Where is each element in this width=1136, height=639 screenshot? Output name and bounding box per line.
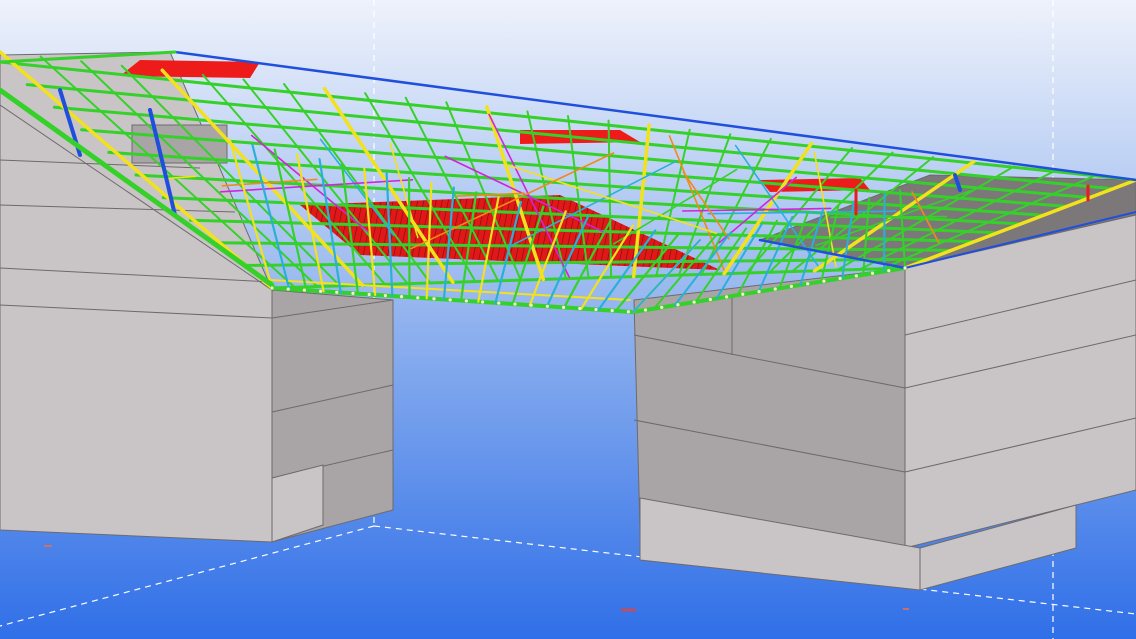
connection-node	[626, 310, 630, 314]
connection-node	[513, 302, 517, 306]
connection-node	[870, 271, 875, 275]
right-abutment-side-face	[904, 214, 1136, 549]
connection-node	[903, 266, 907, 270]
connection-node	[335, 290, 339, 294]
connection-node	[773, 287, 777, 291]
connection-node	[887, 269, 891, 273]
connection-node	[545, 304, 549, 308]
connection-node	[529, 303, 533, 307]
connection-node	[610, 309, 614, 313]
connection-node	[497, 301, 501, 305]
connection-node	[464, 299, 468, 303]
connection-node	[302, 288, 306, 292]
connection-node	[854, 274, 858, 278]
connection-node	[643, 308, 648, 312]
connection-node	[660, 305, 664, 309]
connection-node	[480, 300, 485, 304]
connection-node	[594, 307, 598, 312]
connection-node	[399, 295, 404, 299]
connection-node	[741, 292, 745, 296]
connection-node	[351, 291, 355, 295]
connection-node	[676, 303, 680, 307]
connection-node	[270, 286, 274, 290]
connection-node	[383, 293, 387, 298]
connection-node	[432, 297, 436, 301]
model-viewport[interactable]	[0, 0, 1136, 639]
connection-node	[318, 289, 323, 293]
connection-node	[822, 279, 826, 283]
connection-node	[578, 306, 582, 311]
connection-node	[789, 284, 794, 288]
connection-node	[757, 290, 761, 294]
connection-node	[286, 287, 290, 291]
connection-node	[708, 297, 712, 302]
model-canvas[interactable]	[0, 0, 1136, 639]
connection-node	[448, 298, 452, 302]
connection-node	[416, 296, 420, 300]
connection-node	[806, 282, 810, 286]
connection-node	[367, 292, 371, 297]
web-member	[883, 192, 886, 273]
connection-node	[561, 305, 566, 309]
connection-node	[838, 276, 842, 281]
bracing-member	[830, 215, 948, 219]
connection-node	[692, 300, 696, 304]
connection-node	[724, 295, 729, 299]
